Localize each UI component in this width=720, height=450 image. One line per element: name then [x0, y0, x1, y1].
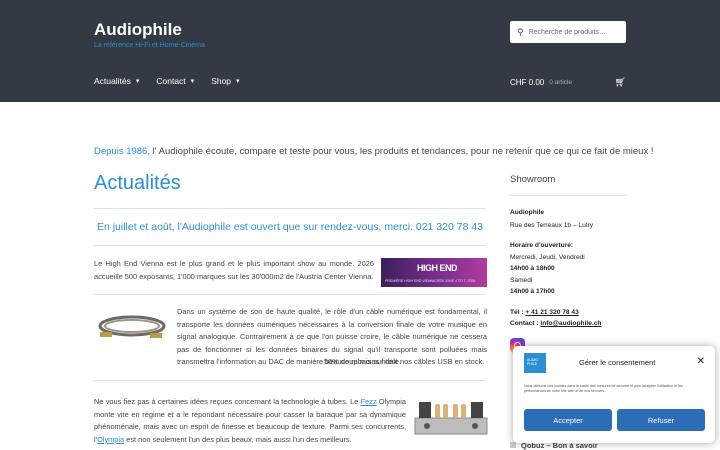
phone-line: Tél : + 41 21 320 78 43	[510, 309, 579, 316]
contact-line: Contact : info@audiophile.ch	[510, 320, 601, 327]
showroom-address: Rue des Terreaux 1b – Lutry	[510, 222, 594, 229]
cart-total: CHF 0.00	[510, 78, 545, 87]
opening-notice: En juillet et août, l'Audiophile est ouv…	[96, 221, 484, 233]
opening-hours: 14h00 à 17h00	[510, 288, 555, 295]
chevron-down-icon: ▾	[236, 78, 240, 85]
opening-hours: 14h00 à 18h00	[510, 265, 555, 272]
article-fezz-text-part: Ne vous fiez pas à certaines idées reçue…	[94, 397, 361, 406]
page-title: Actualités	[94, 172, 181, 194]
cookie-consent-dialog: AUDIO PHILE Gérer le consentement ✕ Nous…	[513, 346, 715, 443]
divider	[94, 380, 486, 381]
phone-label: Tél :	[510, 309, 524, 316]
article-high-end-text: Le High End Vienna est le plus grand et …	[94, 259, 374, 281]
divider	[94, 245, 486, 246]
usb-cable-promo-link[interactable]: 50% de rabais sur tout nos câbles USB en…	[324, 356, 484, 369]
showroom-name: Audiophile	[510, 209, 545, 216]
digital-cable-image[interactable]	[96, 309, 168, 343]
shopping-basket-icon: 🛒︎	[614, 77, 626, 87]
main-nav: Actualités ▾ Contact ▾ Shop ▾	[94, 76, 257, 86]
product-search: ⚲	[510, 21, 626, 43]
article-fezz-text-part: est non seulement l'un des plus beaux, m…	[124, 434, 352, 444]
nav-item-label: Actualités	[94, 76, 131, 86]
search-input[interactable]	[528, 28, 619, 36]
sidebar-title: Showroom	[510, 174, 556, 185]
opening-days: Samedi	[510, 277, 533, 284]
banner-subtitle: PREMIÈRE HIGH END VIENNA 2026 JUNE 4 TO …	[385, 279, 476, 283]
divider	[94, 208, 486, 209]
article-fezz-text: Ne vous fiez pas à certaines idées reçue…	[94, 396, 406, 446]
tube-amplifier-image[interactable]	[413, 396, 489, 436]
opening-hours-title: Horaire d'ouverture:	[510, 242, 574, 249]
email-link[interactable]: info@audiophile.ch	[540, 320, 601, 327]
olympia-link[interactable]: Olympia	[97, 435, 124, 444]
phone-link[interactable]: + 41 21 320 78 43	[525, 309, 578, 316]
accept-button[interactable]: Accepter	[524, 409, 612, 431]
opening-days: Mercredi, Jeudi, Vendredi	[510, 254, 585, 261]
mini-cart[interactable]: CHF 0.00 0 article 🛒︎	[510, 77, 626, 88]
site-tagline: Depuis 1986, l' Audiophile écoute, compa…	[94, 146, 654, 157]
divider	[94, 294, 486, 295]
nav-item-contact[interactable]: Contact ▾	[156, 76, 194, 86]
consent-logo: AUDIO PHILE	[524, 353, 546, 373]
consent-title: Gérer le consentement	[579, 358, 656, 367]
close-icon[interactable]: ✕	[697, 356, 705, 367]
nav-item-shop[interactable]: Shop ▾	[211, 76, 239, 86]
search-icon: ⚲	[517, 26, 524, 37]
high-end-banner[interactable]: HIGH END PREMIÈRE HIGH END VIENNA 2026 J…	[381, 258, 487, 287]
banner-title: HIGH END	[417, 263, 458, 273]
contact-label: Contact :	[510, 320, 539, 327]
tagline-text: l' Audiophile écoute, compare et teste p…	[149, 146, 654, 157]
refuse-button[interactable]: Refuser	[617, 409, 705, 431]
site-header: Audiophile La référence Hi-Fi et Home-Ci…	[0, 0, 720, 102]
fezz-link[interactable]: Fezz	[361, 397, 377, 406]
checkbox-icon	[510, 442, 516, 448]
consent-text: Nous utilisons des cookies dans le cadre…	[524, 384, 683, 393]
nav-item-label: Contact	[156, 76, 186, 86]
cart-count: 0 article	[549, 79, 572, 86]
chevron-down-icon: ▾	[135, 78, 140, 85]
site-title[interactable]: Audiophile	[94, 20, 182, 40]
sidebar-divider	[510, 195, 626, 196]
nav-item-label: Shop	[211, 76, 232, 86]
site-description: La référence Hi-Fi et Home-Cinéma	[94, 42, 205, 49]
nav-item-actualites[interactable]: Actualités ▾	[94, 76, 139, 86]
chevron-down-icon: ▾	[190, 78, 195, 85]
tagline-accent: Depuis 1986,	[94, 146, 150, 157]
